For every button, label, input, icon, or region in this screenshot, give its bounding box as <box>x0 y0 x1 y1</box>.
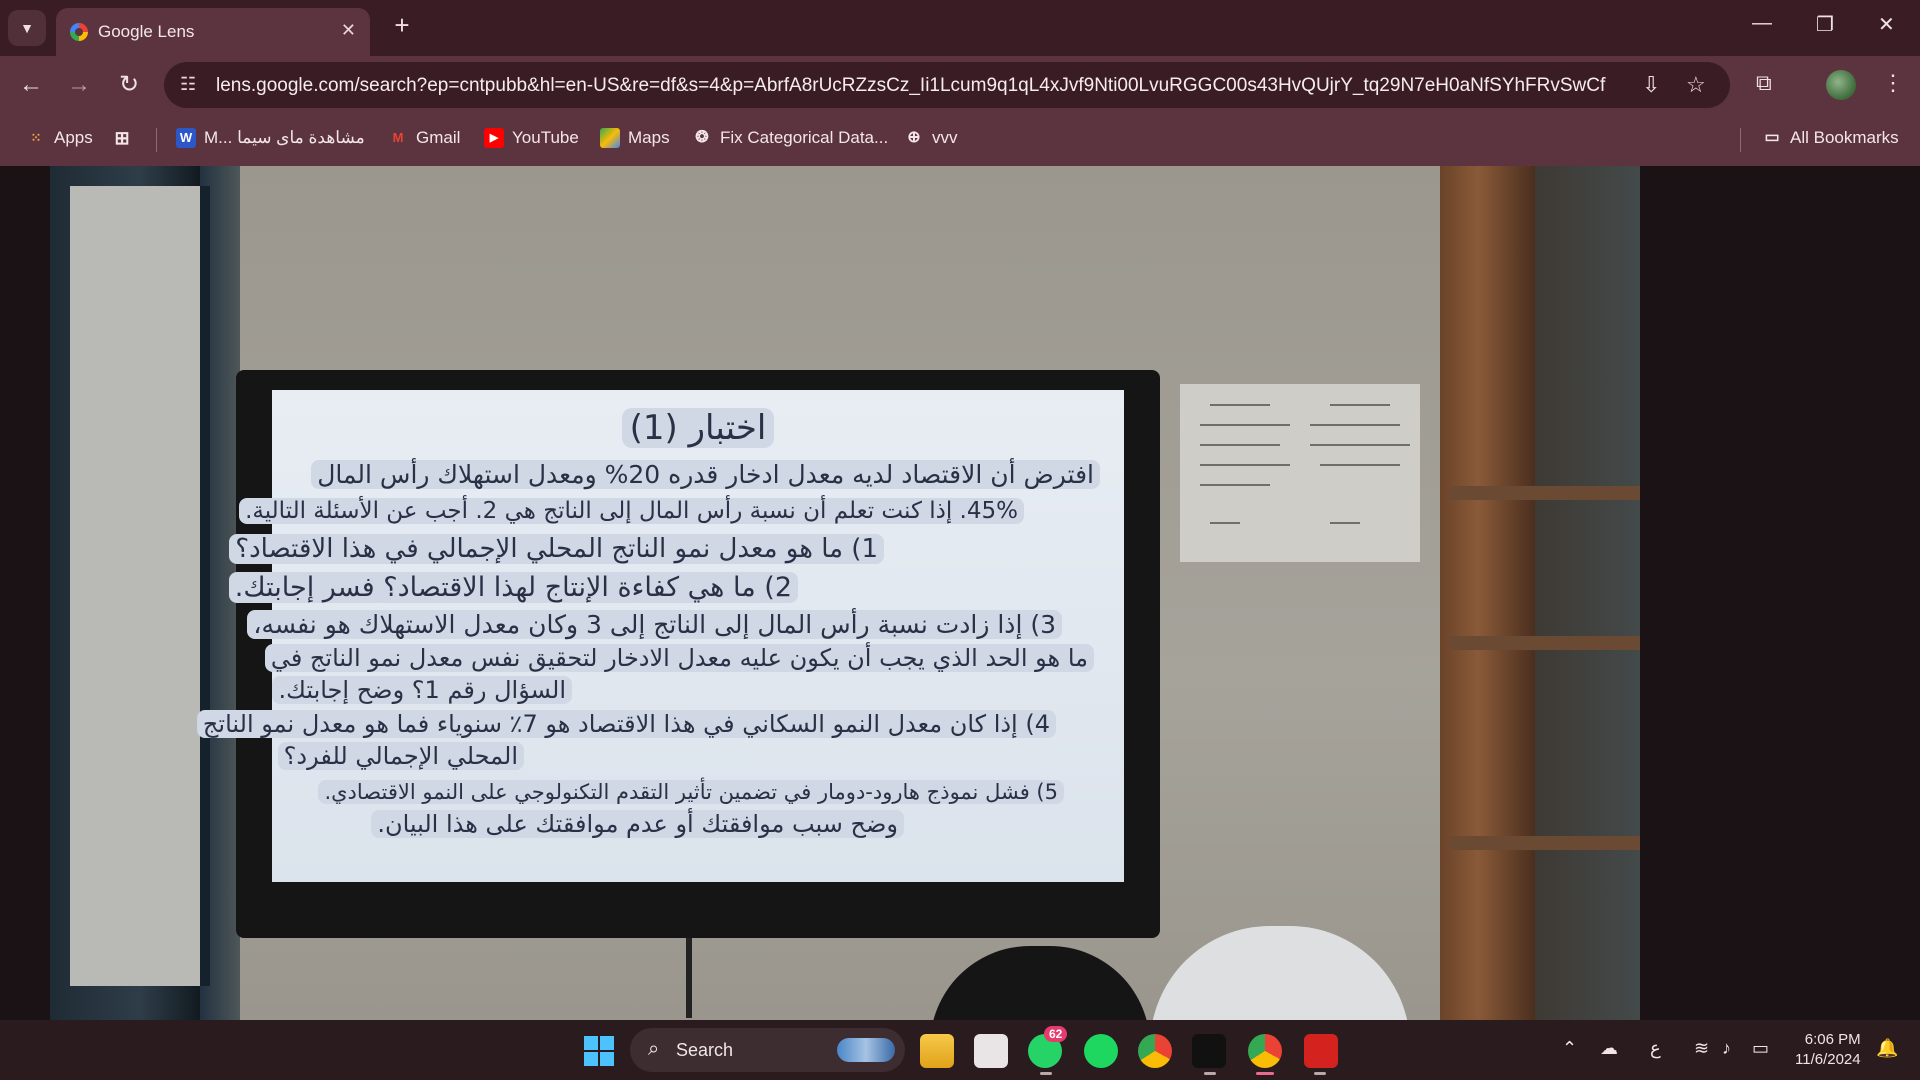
photo-tv-screen: اختبار (1) افترض أن الاقتصاد لديه معدل ا… <box>196 390 1124 882</box>
tab-google-lens[interactable]: Google Lens ✕ <box>56 8 370 56</box>
w-icon: W <box>176 128 196 148</box>
bookmark-vvv[interactable]: ⊕ vvv <box>904 128 957 148</box>
forward-icon[interactable]: → <box>62 68 96 102</box>
minimize-icon[interactable]: — <box>1752 12 1772 35</box>
reload-icon[interactable]: ↻ <box>112 68 146 102</box>
folder-icon: ▭ <box>1764 129 1780 146</box>
close-window-icon[interactable]: ✕ <box>1878 12 1895 37</box>
url-text[interactable]: lens.google.com/search?ep=cntpubb&hl=en-… <box>216 75 1606 97</box>
battery-icon[interactable]: ▭ <box>1752 1038 1769 1059</box>
system-clock[interactable]: 6:06 PM 11/6/2024 <box>1795 1030 1861 1070</box>
lens-content-area: اختبار (1) افترض أن الاقتصاد لديه معدل ا… <box>0 166 1920 1020</box>
running-indicator <box>1204 1072 1216 1075</box>
exam-line: 4) إذا كان معدل النمو السكاني في هذا الا… <box>196 710 1056 738</box>
back-icon[interactable]: ← <box>14 68 48 102</box>
search-label: Search <box>676 1040 734 1060</box>
tab-groups-icon: ⊞ <box>114 128 130 148</box>
bookmark-youtube[interactable]: ▶ YouTube <box>484 128 579 148</box>
tab-title: Google Lens <box>98 22 195 41</box>
photo-wood-bar <box>1450 636 1640 650</box>
clock-date: 11/6/2024 <box>1795 1051 1861 1068</box>
running-indicator <box>1314 1072 1326 1075</box>
tab-strip: ▼ Google Lens ✕ + — ❐ ✕ <box>0 0 1920 56</box>
browser-toolbar: ← → ↻ ☷ lens.google.com/search?ep=cntpub… <box>0 56 1920 114</box>
bookmark-apps[interactable]: ⁙ Apps <box>26 128 93 148</box>
windows-start-icon[interactable] <box>584 1036 614 1066</box>
exam-line: 1) ما هو معدل نمو الناتج المحلي الإجمالي… <box>229 534 884 564</box>
running-indicator <box>1040 1072 1052 1075</box>
globe-icon: ⊕ <box>907 129 921 146</box>
app-icon[interactable] <box>1192 1034 1226 1068</box>
lens-image[interactable]: اختبار (1) افترض أن الاقتصاد لديه معدل ا… <box>50 166 1640 1020</box>
divider <box>1740 128 1741 152</box>
chevron-down-icon: ▼ <box>20 20 34 36</box>
photo-tv: اختبار (1) افترض أن الاقتصاد لديه معدل ا… <box>196 370 1160 1018</box>
bookmarks-bar: ⁙ Apps ⊞ W M... مشاهدة ماى سيما M Gmail … <box>0 114 1920 167</box>
photo-whiteboard <box>70 186 210 986</box>
new-tab-button[interactable]: + <box>386 10 418 42</box>
all-bookmarks-button[interactable]: ▭ All Bookmarks <box>1762 128 1898 148</box>
maps-icon <box>600 128 620 148</box>
restore-icon[interactable]: ❐ <box>1816 12 1834 37</box>
exam-line: 5) فشل نموذج هارود-دومار في تضمين تأثير … <box>318 780 1064 804</box>
bookmark-maps[interactable]: Maps <box>600 128 670 148</box>
photo-wood-bar <box>1450 486 1640 500</box>
exam-line: 2) ما هي كفاءة الإنتاج لهذا الاقتصاد؟ فس… <box>228 572 798 603</box>
bookmark-star-icon[interactable]: ☆ <box>1686 72 1706 98</box>
bookmark-gmail[interactable]: M Gmail <box>388 128 461 148</box>
chrome-icon[interactable] <box>1138 1034 1172 1068</box>
acrobat-icon[interactable] <box>1304 1034 1338 1068</box>
exam-line: السؤال رقم 1؟ وضح إجابتك. <box>272 676 572 704</box>
taskbar: ⌕ Search 62 ⌃ ☁ ع ≋ ♪ ▭ 6:06 PM 11/6/202… <box>0 1020 1920 1080</box>
address-bar[interactable]: ☷ lens.google.com/search?ep=cntpubb&hl=e… <box>164 62 1730 108</box>
close-tab-icon[interactable]: ✕ <box>341 20 356 41</box>
tab-groups-button[interactable]: ⊞ <box>112 128 140 148</box>
menu-kebab-icon[interactable]: ⋮ <box>1882 70 1904 96</box>
openai-icon: ❂ <box>695 129 709 146</box>
divider <box>156 128 157 152</box>
exam-line: 3) إذا زادت نسبة رأس المال إلى الناتج إل… <box>247 610 1062 639</box>
youtube-icon: ▶ <box>484 128 504 148</box>
bookmark-maysima[interactable]: W M... مشاهدة ماى سيما <box>176 128 365 148</box>
whatsapp-badge: 62 <box>1044 1026 1068 1042</box>
clock-time: 6:06 PM <box>1804 1031 1861 1048</box>
google-lens-icon <box>70 23 88 41</box>
notification-bell-icon[interactable]: 🔔 <box>1876 1038 1898 1059</box>
extensions-icon[interactable]: ⧉ <box>1756 70 1772 96</box>
exam-line: 45%. إذا كنت تعلم أن نسبة رأس المال إلى … <box>239 498 1024 524</box>
photo-wood-bar <box>1450 836 1640 850</box>
photo-tv-cable <box>686 938 692 1018</box>
exam-line: وضح سبب موافقتك أو عدم موافقتك على هذا ا… <box>371 810 904 838</box>
photo-wall-notice <box>1180 384 1420 562</box>
site-info-icon[interactable]: ☷ <box>180 74 196 95</box>
taskbar-search[interactable]: ⌕ Search <box>630 1028 905 1072</box>
active-indicator <box>1256 1072 1274 1075</box>
bookmark-fix-categorical[interactable]: ❂ Fix Categorical Data... <box>692 128 888 148</box>
apps-grid-icon: ⁙ <box>30 130 42 145</box>
search-icon: ⌕ <box>648 1038 660 1060</box>
microsoft-store-icon[interactable] <box>974 1034 1008 1068</box>
exam-line: ما هو الحد الذي يجب أن يكون عليه معدل ال… <box>264 644 1094 672</box>
wifi-icon[interactable]: ≋ <box>1694 1038 1709 1059</box>
spotify-icon[interactable] <box>1084 1034 1118 1068</box>
show-hidden-icons-icon[interactable]: ⌃ <box>1562 1038 1577 1059</box>
exam-title: اختبار (1) <box>272 408 1124 448</box>
file-explorer-icon[interactable] <box>920 1034 954 1068</box>
install-app-icon[interactable]: ⇩ <box>1642 72 1660 98</box>
profile-avatar[interactable] <box>1826 70 1856 100</box>
tab-search-button[interactable]: ▼ <box>8 10 46 46</box>
photo-wood-frame <box>1440 166 1535 1020</box>
exam-line: افترض أن الاقتصاد لديه معدل ادخار قدره 2… <box>311 460 1100 489</box>
gmail-icon: M <box>392 130 404 145</box>
exam-line: المحلي الإجمالي للفرد؟ <box>277 742 524 770</box>
search-highlight-art <box>837 1038 895 1062</box>
onedrive-icon[interactable]: ☁ <box>1600 1038 1618 1059</box>
chrome-active-icon[interactable] <box>1248 1034 1282 1068</box>
volume-icon[interactable]: ♪ <box>1722 1038 1731 1059</box>
keyboard-language[interactable]: ع <box>1650 1038 1661 1059</box>
